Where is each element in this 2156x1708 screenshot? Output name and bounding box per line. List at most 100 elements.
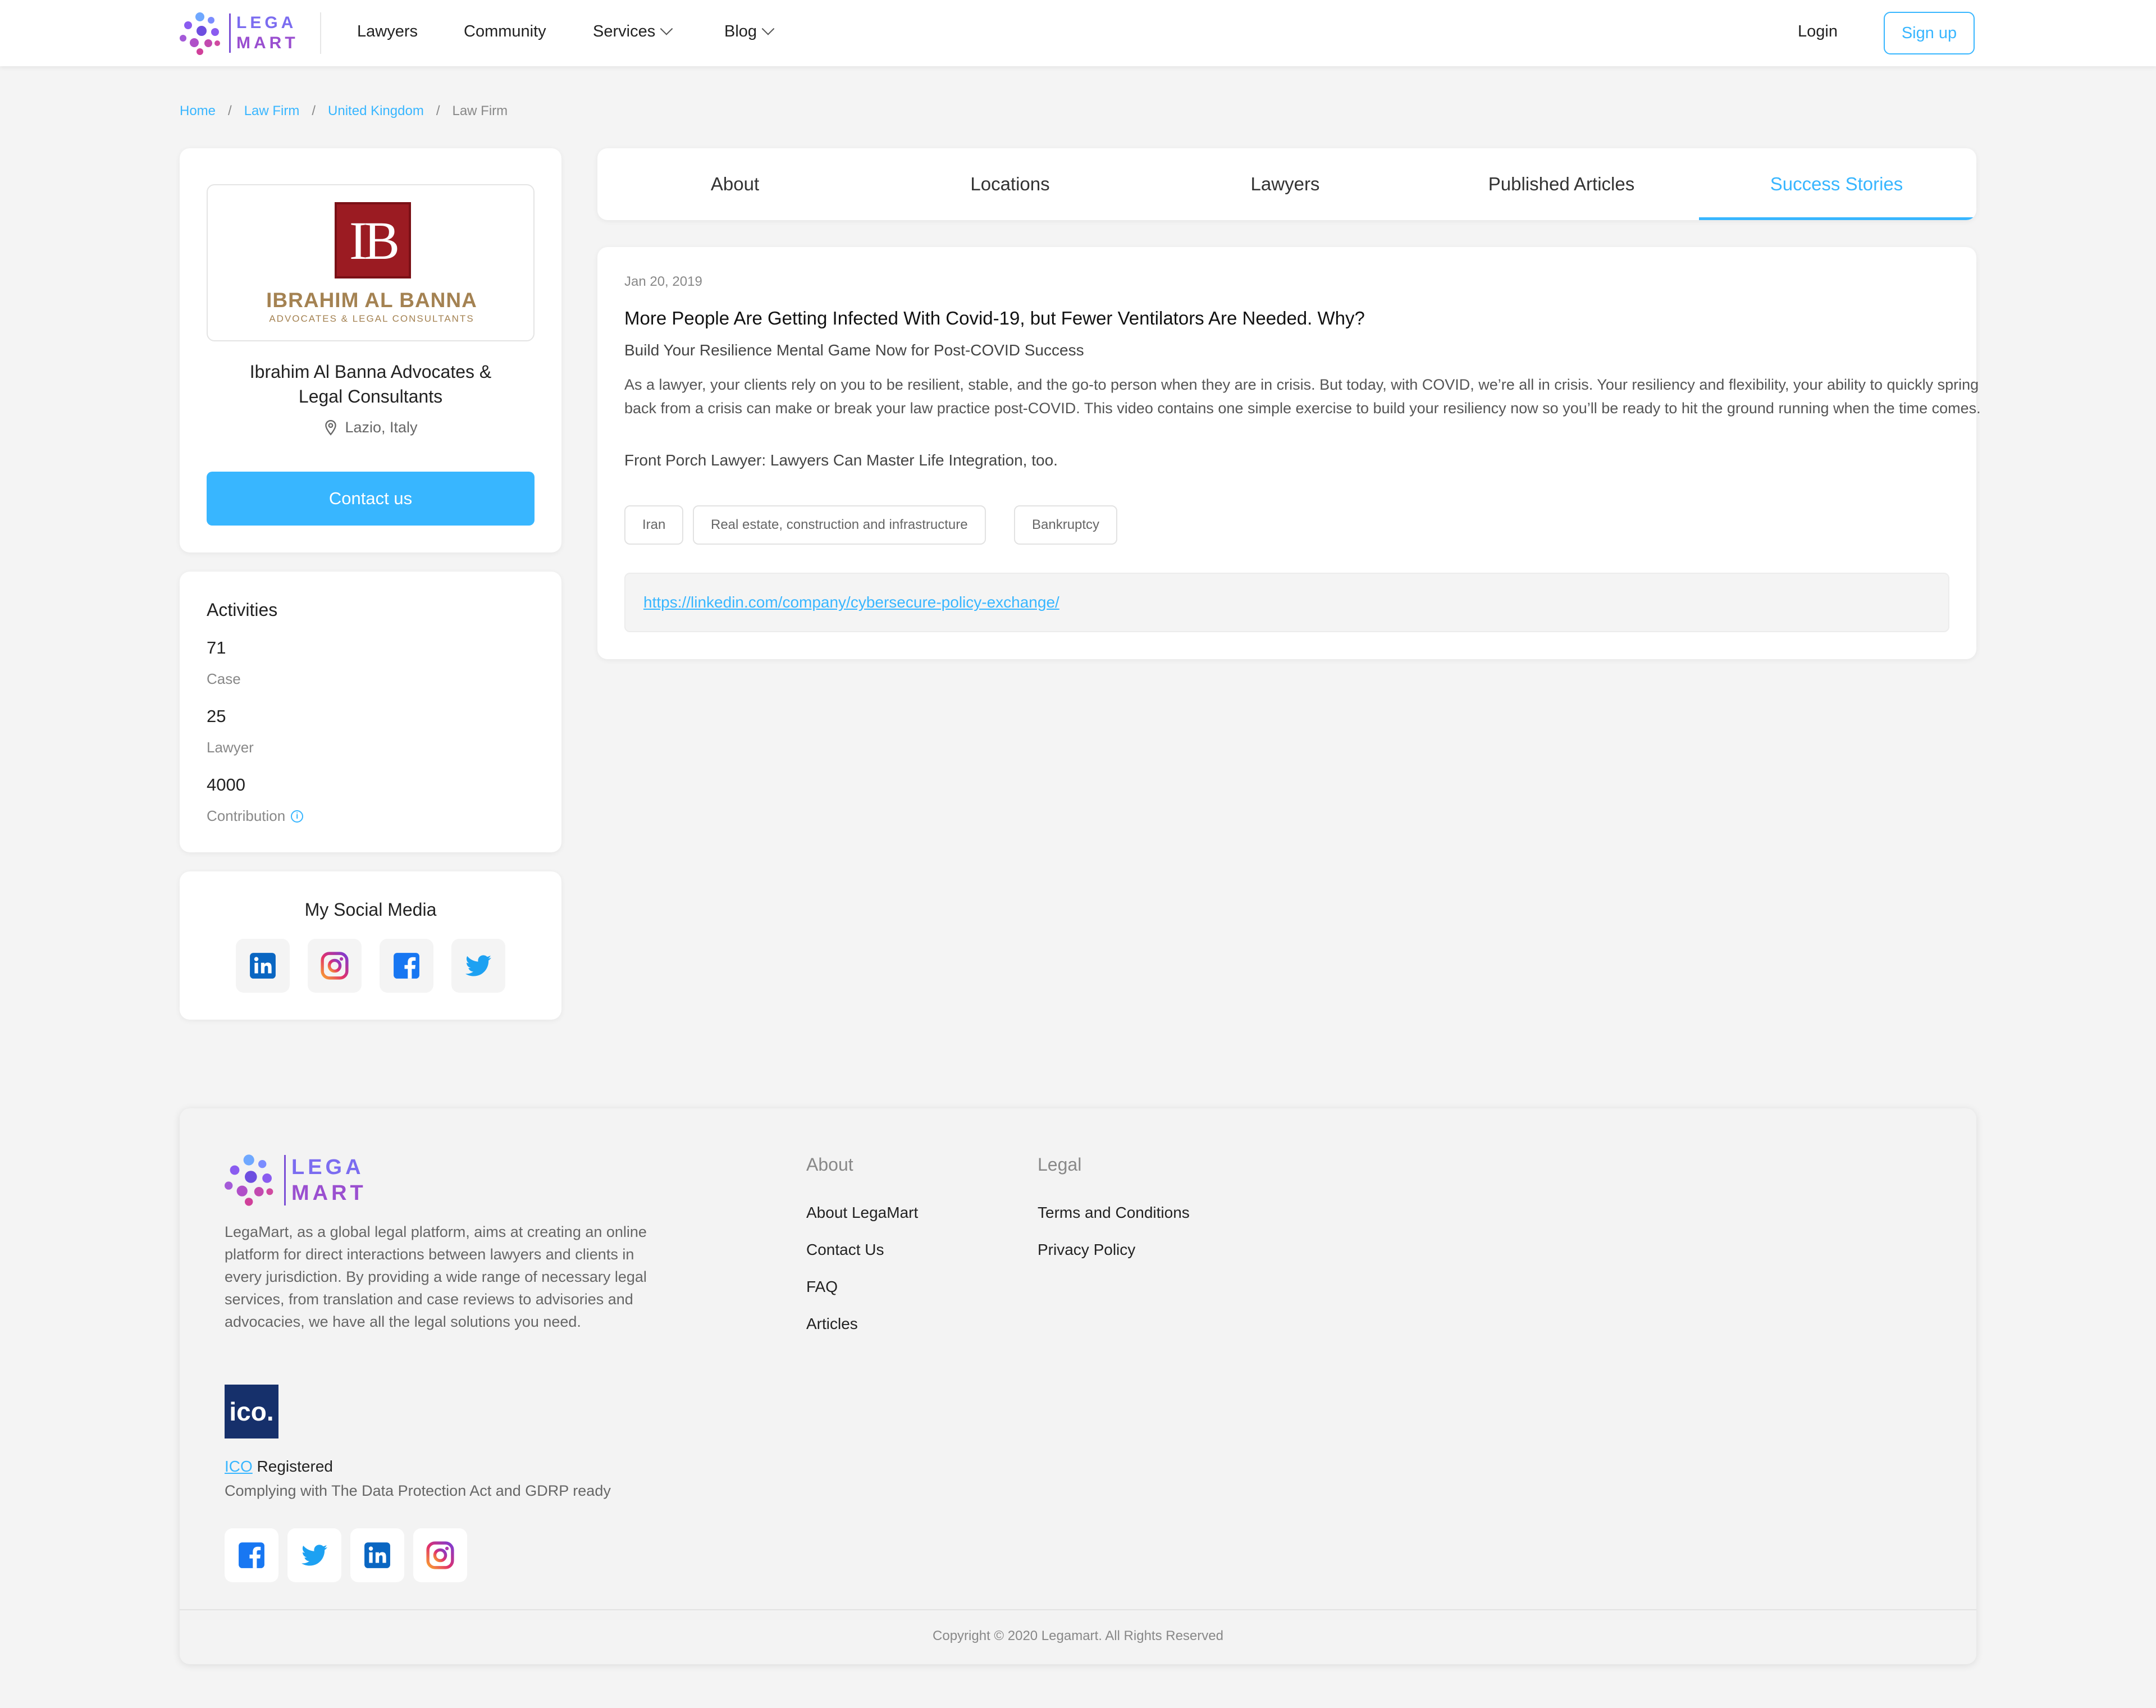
ico-registered-text: Registered (252, 1458, 333, 1475)
tab-published-articles-label: Published Articles (1488, 173, 1635, 194)
story-body: As a lawyer, your clients rely on you to… (624, 376, 1981, 417)
instagram-icon (426, 1541, 454, 1569)
breadcrumb-separator: / (436, 103, 440, 118)
logo-word-top: LEGA (236, 13, 297, 32)
twitter-icon (302, 1545, 327, 1566)
tab-locations[interactable]: Locations (873, 148, 1148, 220)
story-date: Jan 20, 2019 (624, 274, 702, 289)
nav-services[interactable]: Services (593, 22, 673, 41)
tab-lawyers-label: Lawyers (1250, 173, 1320, 194)
breadcrumb-law-firm[interactable]: Law Firm (244, 103, 300, 119)
nav-community[interactable]: Community (464, 22, 546, 41)
nav-services-label: Services (593, 22, 656, 40)
twitter-button[interactable] (451, 939, 505, 993)
footer-link-articles[interactable]: Articles (806, 1315, 858, 1333)
footer-link-contact-us[interactable]: Contact Us (806, 1241, 884, 1259)
linkedin-icon (250, 953, 276, 979)
info-icon[interactable]: i (291, 810, 304, 823)
facebook-button[interactable] (380, 939, 433, 993)
facebook-icon (239, 1542, 264, 1568)
nav-blog[interactable]: Blog (724, 22, 775, 41)
chevron-down-icon (761, 22, 775, 35)
tabs-bar: About Locations Lawyers Published Articl… (597, 148, 1976, 220)
activity-label-text: Lawyer (207, 739, 254, 756)
footer: LEGA MART LegaMart, as a global legal pl… (180, 1108, 1976, 1664)
linkedin-icon (364, 1542, 390, 1568)
story-link-text[interactable]: https://linkedin.com/company/cybersecure… (643, 593, 1059, 611)
footer-link-faq[interactable]: FAQ (806, 1278, 838, 1296)
twitter-icon (465, 955, 491, 976)
footer-twitter-button[interactable] (287, 1528, 341, 1582)
linkedin-button[interactable] (236, 939, 290, 993)
activities-title: Activities (207, 600, 278, 620)
instagram-icon (321, 952, 349, 980)
ico-link[interactable]: ICO (225, 1458, 253, 1475)
activity-value: 25 (207, 706, 226, 726)
social-media-card: My Social Media (180, 871, 561, 1020)
header-divider (320, 12, 321, 54)
activity-label-text: Contribution (207, 807, 286, 824)
nav-lawyers-label: Lawyers (357, 22, 418, 40)
footer-link-terms[interactable]: Terms and Conditions (1038, 1204, 1190, 1222)
tab-lawyers[interactable]: Lawyers (1148, 148, 1423, 220)
chevron-down-icon (660, 22, 673, 35)
activities-card: Activities 71 Case 25 Lawyer 4000 Contri… (180, 572, 561, 852)
firm-location-text: Lazio, Italy (345, 419, 418, 436)
firm-logo: IB IBRAHIM AL BANNA ADVOCATES & LEGAL CO… (207, 184, 535, 341)
footer-about-title: About (806, 1154, 853, 1175)
logo-word-top: LEGA (291, 1156, 364, 1179)
activity-label: Contribution i (207, 807, 304, 825)
story-title[interactable]: More People Are Getting Infected With Co… (624, 308, 1365, 329)
tab-locations-label: Locations (970, 173, 1050, 194)
firm-logo-emblem: IB (335, 202, 411, 278)
footer-link-about-legamart[interactable]: About LegaMart (806, 1204, 918, 1222)
breadcrumb-separator: / (228, 103, 232, 118)
nav-community-label: Community (464, 22, 546, 40)
tab-published-articles[interactable]: Published Articles (1424, 148, 1699, 220)
activity-value: 4000 (207, 775, 245, 794)
firm-name: Ibrahim Al Banna Advocates & Legal Consu… (180, 359, 561, 409)
story-link[interactable]: https://linkedin.com/company/cybersecure… (624, 573, 1949, 632)
footer-legamart-logo[interactable]: LEGA MART (225, 1153, 367, 1207)
nav-lawyers[interactable]: Lawyers (357, 22, 418, 41)
firm-logo-name: IBRAHIM AL BANNA (266, 289, 477, 312)
ico-registered: ICO Registered (225, 1458, 333, 1476)
story-tag[interactable]: Iran (624, 505, 684, 545)
story-extra: Front Porch Lawyer: Lawyers Can Master L… (624, 451, 1058, 469)
story-subtitle: Build Your Resilience Mental Game Now fo… (624, 341, 1084, 359)
logo-mark-icon (180, 11, 223, 55)
breadcrumb-home[interactable]: Home (180, 103, 216, 119)
nav-blog-label: Blog (724, 22, 757, 40)
ico-badge: ico. (225, 1385, 278, 1438)
activity-label: Lawyer (207, 739, 254, 756)
footer-linkedin-button[interactable] (350, 1528, 404, 1582)
login-link[interactable]: Login (1798, 22, 1838, 41)
tab-about[interactable]: About (597, 148, 873, 220)
footer-facebook-button[interactable] (225, 1528, 278, 1582)
story-tag[interactable]: Real estate, construction and infrastruc… (693, 505, 986, 545)
ico-compliance-text: Complying with The Data Protection Act a… (225, 1482, 611, 1499)
logo-word-bottom: MART (291, 1181, 367, 1205)
top-nav-bar: LEGA MART Lawyers Community Services Blo… (0, 0, 2156, 66)
facebook-icon (394, 953, 419, 979)
tab-success-stories-label: Success Stories (1770, 173, 1903, 194)
tab-about-label: About (710, 173, 760, 194)
contact-us-button[interactable]: Contact us (207, 472, 535, 526)
breadcrumb-country[interactable]: United Kingdom (328, 103, 424, 119)
location-pin-icon (325, 419, 337, 436)
firm-name-text: Ibrahim Al Banna Advocates & Legal Consu… (249, 362, 492, 407)
legamart-logo[interactable]: LEGA MART (180, 11, 299, 55)
story-tag[interactable]: Bankruptcy (1014, 505, 1118, 545)
footer-divider (180, 1609, 1976, 1610)
social-media-title: My Social Media (304, 899, 437, 920)
activity-label-text: Case (207, 670, 241, 687)
signup-button[interactable]: Sign up (1884, 12, 1975, 54)
tab-success-stories[interactable]: Success Stories (1699, 148, 1974, 220)
logo-word-bottom: MART (236, 34, 299, 52)
activity-label: Case (207, 670, 241, 688)
footer-link-privacy[interactable]: Privacy Policy (1038, 1241, 1135, 1259)
activity-value: 71 (207, 638, 226, 657)
instagram-button[interactable] (308, 939, 362, 993)
footer-instagram-button[interactable] (413, 1528, 467, 1582)
success-story-card: Jan 20, 2019 More People Are Getting Inf… (597, 247, 1981, 659)
